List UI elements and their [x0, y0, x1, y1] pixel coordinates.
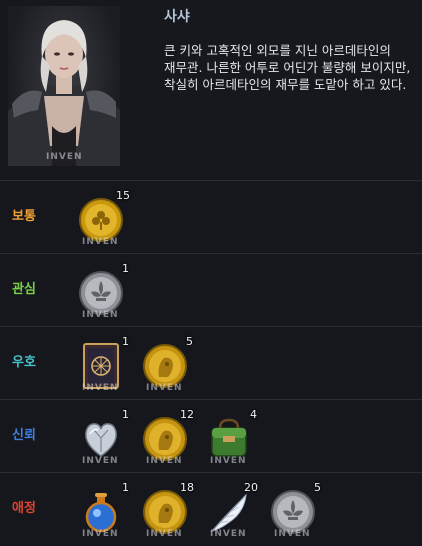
npc-header: INVEN 사샤 큰 키와 고혹적인 외모를 지닌 아르데타인의 재무관. 나른… [0, 0, 422, 178]
npc-name: 사샤 [164, 9, 190, 25]
gift-item-count: 5 [314, 481, 321, 494]
gift-item-count: 15 [116, 189, 130, 202]
gift-item[interactable]: INVEN 1 [76, 335, 129, 393]
affinity-row: 보통 INVEN 15 [0, 180, 422, 253]
gift-item[interactable]: INVEN 12 [140, 408, 194, 466]
watermark: INVEN [274, 529, 311, 539]
gift-item[interactable]: INVEN 18 [140, 481, 194, 539]
npc-description: 큰 키와 고혹적인 외모를 지닌 아르데타인의 재무관. 나른한 어투로 어딘가… [164, 43, 411, 92]
gift-item[interactable]: INVEN 20 [204, 481, 258, 539]
watermark: INVEN [210, 529, 247, 539]
watermark: INVEN [82, 529, 119, 539]
affinity-row: 신뢰 INVEN 1 INVEN 12 INVEN 4 [0, 399, 422, 472]
watermark: INVEN [146, 529, 183, 539]
gift-item-count: 5 [186, 335, 193, 348]
npc-portrait: INVEN [8, 6, 120, 166]
affinity-level-label: 신뢰 [12, 428, 36, 443]
affinity-row: 우호 INVEN 1 INVEN 5 [0, 326, 422, 399]
gift-item-count: 18 [180, 481, 194, 494]
watermark: INVEN [82, 237, 119, 247]
gift-item[interactable]: INVEN 5 [140, 335, 193, 393]
gift-item[interactable]: INVEN 5 [268, 481, 321, 539]
watermark: INVEN [82, 310, 119, 320]
gift-item[interactable]: INVEN 1 [76, 262, 129, 320]
watermark: INVEN [146, 456, 183, 466]
affinity-row: 애정 INVEN 1 INVEN 18 INVEN 20 INVEN 5 [0, 472, 422, 545]
watermark: INVEN [82, 383, 119, 393]
affinity-level-label: 관심 [12, 282, 36, 297]
gift-item-count: 1 [122, 262, 129, 275]
gift-item-count: 20 [244, 481, 258, 494]
watermark: INVEN [46, 152, 83, 162]
gift-item-count: 12 [180, 408, 194, 421]
gift-item[interactable]: INVEN 1 [76, 481, 129, 539]
gift-item-count: 1 [122, 481, 129, 494]
affinity-level-label: 우호 [12, 355, 36, 370]
affinity-level-label: 보통 [12, 209, 36, 224]
gift-item-count: 1 [122, 335, 129, 348]
gift-item-count: 4 [250, 408, 257, 421]
gift-item[interactable]: INVEN 4 [204, 408, 257, 466]
gift-item-count: 1 [122, 408, 129, 421]
watermark: INVEN [146, 383, 183, 393]
watermark: INVEN [82, 456, 119, 466]
gift-item[interactable]: INVEN 15 [76, 189, 130, 247]
watermark: INVEN [210, 456, 247, 466]
affinity-level-label: 애정 [12, 501, 36, 516]
gift-item[interactable]: INVEN 1 [76, 408, 129, 466]
affinity-row: 관심 INVEN 1 [0, 253, 422, 326]
